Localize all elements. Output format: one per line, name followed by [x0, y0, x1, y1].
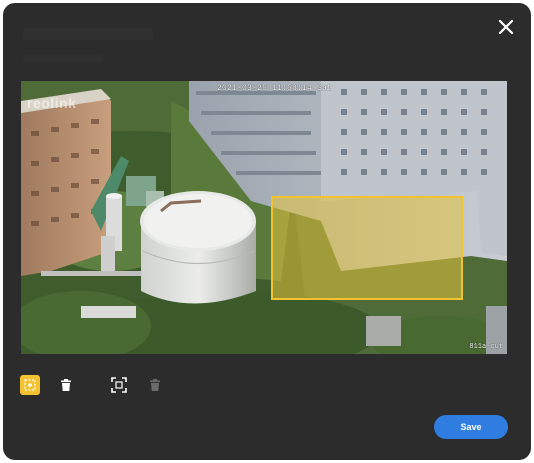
- fullscreen-icon: [111, 377, 127, 393]
- trash-icon: [61, 379, 71, 391]
- delete-area-button[interactable]: [56, 375, 76, 395]
- modal-dialog: 2021-03-25 11:58:14 Sat reolink 811a-cut…: [3, 3, 531, 460]
- draw-area-button[interactable]: [20, 375, 40, 395]
- close-icon: [498, 19, 514, 35]
- draw-area-icon: [24, 379, 36, 391]
- camera-preview[interactable]: 2021-03-25 11:58:14 Sat reolink 811a-cut: [21, 81, 507, 354]
- dialog-subtitle-placeholder: [23, 55, 103, 63]
- close-button[interactable]: [497, 18, 515, 36]
- camera-label: 811a-cut: [469, 343, 503, 351]
- trash-icon: [150, 379, 160, 391]
- fullscreen-area-button[interactable]: [109, 375, 129, 395]
- detection-area-region[interactable]: [271, 196, 463, 300]
- save-button[interactable]: Save: [434, 415, 508, 439]
- camera-timestamp: 2021-03-25 11:58:14 Sat: [217, 84, 333, 93]
- dialog-title-placeholder: [23, 28, 153, 40]
- clear-all-button[interactable]: [145, 375, 165, 395]
- camera-watermark: reolink: [27, 95, 77, 111]
